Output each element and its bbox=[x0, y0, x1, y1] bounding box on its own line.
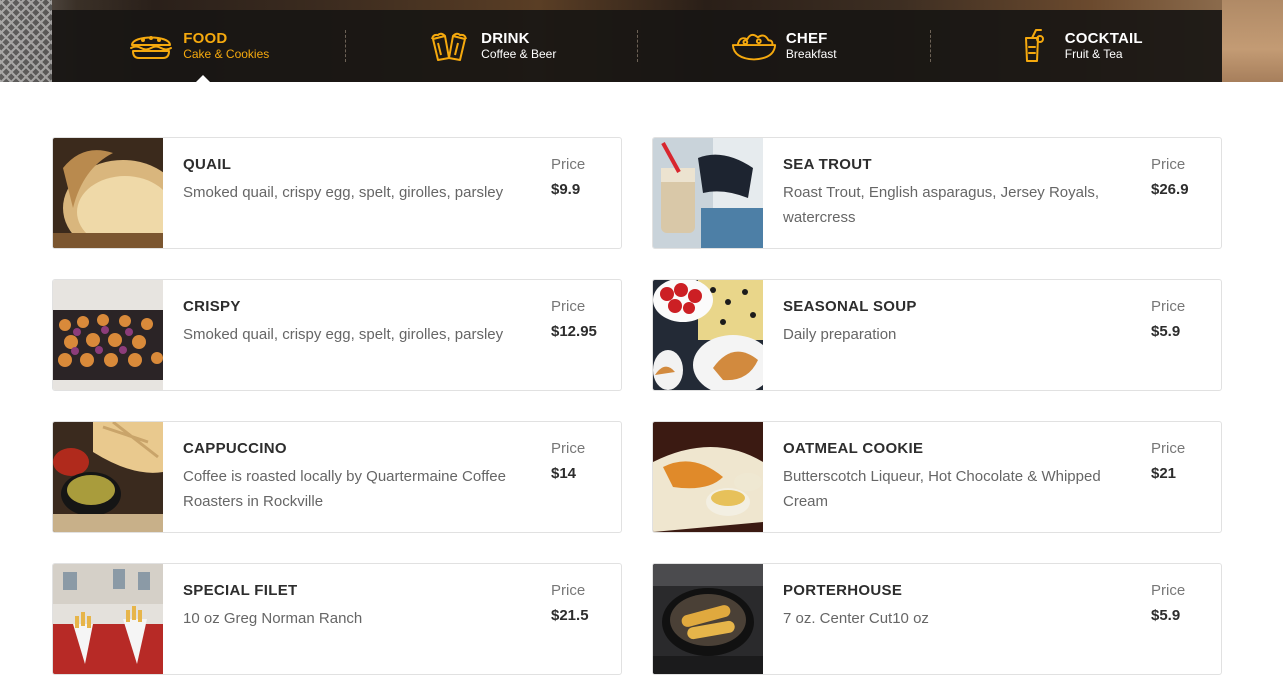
tab-drink[interactable]: DRINK Coffee & Beer bbox=[344, 10, 638, 82]
item-description: Coffee is roasted locally by Quartermain… bbox=[183, 468, 506, 510]
fence-pattern bbox=[0, 0, 52, 82]
tab-cocktail[interactable]: COCKTAIL Fruit & Tea bbox=[929, 10, 1223, 82]
item-description: 10 oz Greg Norman Ranch bbox=[183, 610, 363, 627]
item-name: CRISPY bbox=[183, 298, 241, 315]
fried-corn-pot-image bbox=[653, 564, 763, 674]
menu-category-tabs: FOOD Cake & Cookies DRINK Coffee & Beer bbox=[52, 10, 1223, 83]
item-name: SPECIAL FILET bbox=[183, 582, 298, 599]
item-description: 7 oz. Center Cut10 oz bbox=[783, 610, 929, 627]
menu-item-card[interactable]: QUAIL Smoked quail, crispy egg, spelt, g… bbox=[52, 137, 622, 249]
tab-title: FOOD bbox=[183, 29, 228, 47]
item-name: CAPPUCCINO bbox=[183, 440, 287, 457]
item-price: $14 bbox=[551, 465, 577, 482]
milkshake-sunglasses-image bbox=[653, 138, 763, 248]
item-price: $21.5 bbox=[551, 607, 589, 624]
price-label: Price bbox=[1151, 298, 1186, 315]
menu-item-card[interactable]: CAPPUCCINO Coffee is roasted locally by … bbox=[52, 421, 622, 533]
menu-item-card[interactable]: SEA TROUT Roast Trout, English asparagus… bbox=[652, 137, 1222, 249]
tab-subtitle: Cake & Cookies bbox=[183, 46, 270, 61]
canapes-image bbox=[53, 280, 163, 390]
tab-chef[interactable]: CHEF Breakfast bbox=[637, 10, 930, 82]
hero-edge bbox=[1222, 0, 1283, 82]
menu-item-card[interactable]: CRISPY Smoked quail, crispy egg, spelt, … bbox=[52, 279, 622, 391]
item-name: PORTERHOUSE bbox=[783, 582, 903, 599]
item-price: $26.9 bbox=[1151, 181, 1189, 198]
item-description: Smoked quail, crispy egg, spelt, girolle… bbox=[183, 184, 504, 201]
fries-cones-image bbox=[53, 564, 163, 674]
price-label: Price bbox=[1151, 440, 1186, 457]
tab-title: COCKTAIL bbox=[1064, 29, 1143, 47]
item-price: $9.9 bbox=[551, 181, 581, 198]
menu-item-card[interactable]: PORTERHOUSE 7 oz. Center Cut10 oz Price … bbox=[652, 563, 1222, 675]
menu-item-card[interactable]: SPECIAL FILET 10 oz Greg Norman Ranch Pr… bbox=[52, 563, 622, 675]
menu-item-card[interactable]: SEASONAL SOUP Daily preparation Price $5… bbox=[652, 279, 1222, 391]
chips-dips-image bbox=[53, 422, 163, 532]
price-label: Price bbox=[551, 582, 586, 599]
price-label: Price bbox=[1151, 156, 1186, 173]
tab-subtitle: Fruit & Tea bbox=[1064, 46, 1123, 61]
item-description: Roast Trout, English asparagus, Jersey R… bbox=[783, 184, 1099, 226]
item-description: Butterscotch Liqueur, Hot Chocolate & Wh… bbox=[783, 468, 1101, 510]
item-price: $5.9 bbox=[1151, 607, 1181, 624]
item-description: Smoked quail, crispy egg, spelt, girolle… bbox=[183, 326, 504, 343]
sandwich-icon bbox=[127, 28, 175, 64]
item-price: $21 bbox=[1151, 465, 1177, 482]
item-description: Daily preparation bbox=[783, 326, 897, 343]
price-label: Price bbox=[551, 156, 586, 173]
item-name: QUAIL bbox=[183, 156, 232, 173]
tab-title: DRINK bbox=[481, 29, 530, 47]
strawberries-croissant-image bbox=[653, 280, 763, 390]
price-label: Price bbox=[551, 440, 586, 457]
item-name: SEASONAL SOUP bbox=[783, 298, 917, 315]
tab-subtitle: Coffee & Beer bbox=[481, 46, 557, 61]
corn-plate-image bbox=[653, 422, 763, 532]
tab-subtitle: Breakfast bbox=[785, 46, 837, 61]
item-name: SEA TROUT bbox=[783, 156, 872, 173]
item-price: $12.95 bbox=[551, 323, 597, 340]
bread-image bbox=[53, 138, 163, 248]
tab-food[interactable]: FOOD Cake & Cookies bbox=[52, 10, 345, 83]
item-price: $5.9 bbox=[1151, 323, 1181, 340]
beer-mugs-icon bbox=[425, 28, 473, 64]
tab-title: CHEF bbox=[785, 29, 828, 47]
price-label: Price bbox=[1151, 582, 1186, 599]
menu-item-card[interactable]: OATMEAL COOKIE Butterscotch Liqueur, Hot… bbox=[652, 421, 1222, 533]
item-name: OATMEAL COOKIE bbox=[783, 440, 924, 457]
price-label: Price bbox=[551, 298, 586, 315]
cocktail-glass-icon bbox=[1009, 28, 1057, 64]
salad-bowl-icon bbox=[730, 28, 778, 64]
